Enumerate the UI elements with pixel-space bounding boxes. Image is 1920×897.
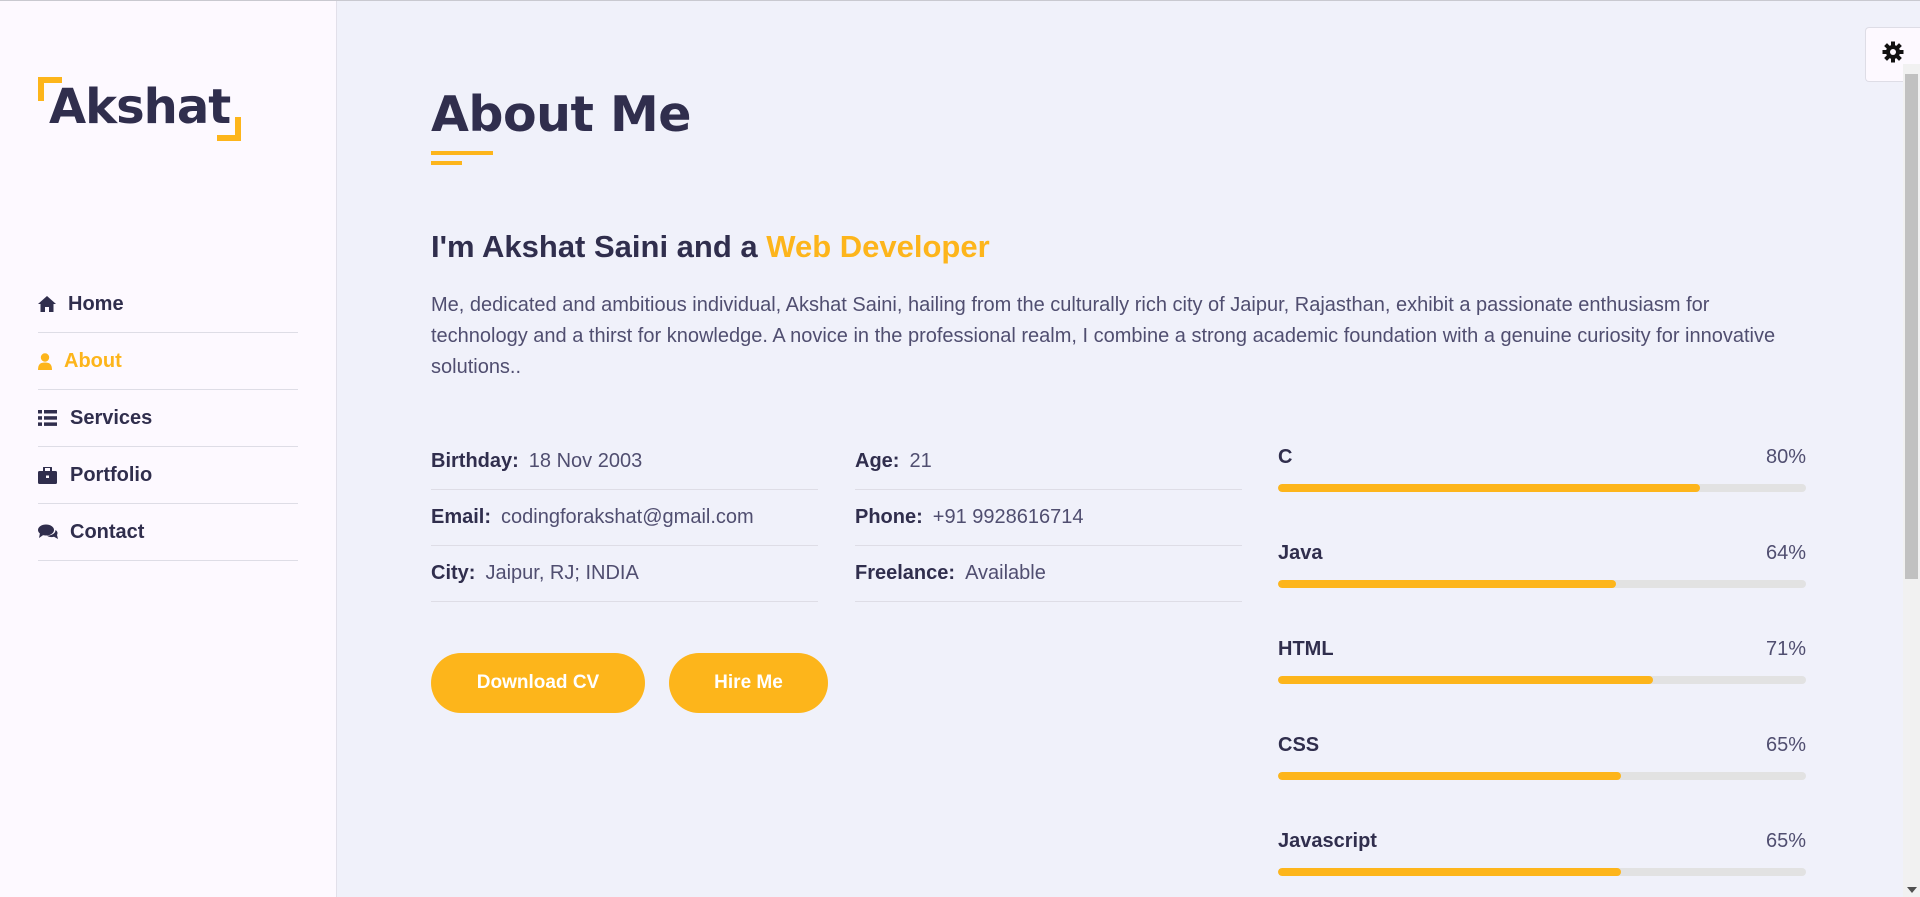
info-value: +91 9928616714 <box>932 506 1084 528</box>
scrollbar[interactable] <box>1903 64 1920 897</box>
download-cv-button[interactable]: Download CV <box>431 653 645 713</box>
skill-percent: 65% <box>1765 830 1806 852</box>
skill-name: HTML <box>1278 638 1334 660</box>
comments-icon <box>38 524 70 540</box>
info-value: Jaipur, RJ; INDIA <box>485 562 639 584</box>
skill-item: Java 64% <box>1278 542 1806 638</box>
skill-progress-fill <box>1278 868 1622 876</box>
intro-accent: Web Developer <box>766 229 990 264</box>
nav-item-home[interactable]: Home <box>38 276 298 333</box>
scroll-down-arrow-icon[interactable] <box>1907 887 1917 893</box>
title-underline <box>431 151 493 155</box>
nav-item-label: Home <box>68 292 124 315</box>
skill-progress-fill <box>1278 772 1622 780</box>
skill-progress-fill <box>1278 484 1701 492</box>
info-value: codingforakshat@gmail.com <box>501 506 754 528</box>
info-row-email: Email: codingforakshat@gmail.com <box>431 490 818 546</box>
about-section: About Me I'm Akshat Saini and a Web Deve… <box>431 0 1811 897</box>
title-underline-short <box>431 161 462 165</box>
info-label: Age: <box>855 450 900 472</box>
home-icon <box>38 296 68 312</box>
logo-text: Akshat <box>49 79 231 135</box>
hire-me-button[interactable]: Hire Me <box>669 653 828 713</box>
skill-progress-track <box>1278 676 1806 684</box>
intro-prefix: I'm Akshat Saini and a <box>431 229 767 264</box>
info-row-birthday: Birthday: 18 Nov 2003 <box>431 434 818 490</box>
skill-percent: 65% <box>1765 734 1806 756</box>
nav-item-services[interactable]: Services <box>38 390 298 447</box>
page-title: About Me <box>431 86 692 143</box>
skill-progress-track <box>1278 772 1806 780</box>
scrollbar-thumb[interactable] <box>1905 74 1918 579</box>
skill-progress-track <box>1278 868 1806 876</box>
list-icon <box>38 410 70 426</box>
user-icon <box>38 352 64 370</box>
skill-name: Java <box>1278 542 1323 564</box>
info-row-age: Age: 21 <box>855 434 1242 490</box>
skill-percent: 80% <box>1765 446 1806 468</box>
nav-item-about[interactable]: About <box>38 333 298 390</box>
logo-corner-bottom-right <box>217 117 241 141</box>
info-label: City: <box>431 562 476 584</box>
nav-item-portfolio[interactable]: Portfolio <box>38 447 298 504</box>
nav-item-label: Services <box>70 406 153 429</box>
skill-progress-track <box>1278 484 1806 492</box>
skill-progress-fill <box>1278 676 1653 684</box>
skill-item: Javascript 65% <box>1278 830 1806 897</box>
skill-item: CSS 65% <box>1278 734 1806 830</box>
skills-list: C 80% Java 64% HTML 71% CSS 65% Javascri… <box>1278 446 1806 897</box>
skill-percent: 64% <box>1765 542 1806 564</box>
skill-item: HTML 71% <box>1278 638 1806 734</box>
skill-name: C <box>1278 446 1293 468</box>
info-row-freelance: Freelance: Available <box>855 546 1242 602</box>
main-nav: Home About Services Portfolio Contact <box>38 276 298 561</box>
skill-name: CSS <box>1278 734 1320 756</box>
info-label: Phone: <box>855 506 923 528</box>
info-value: Available <box>965 562 1046 584</box>
skill-name: Javascript <box>1278 830 1377 852</box>
info-label: Email: <box>431 506 492 528</box>
logo[interactable]: Akshat <box>38 77 241 141</box>
skill-progress-fill <box>1278 580 1616 588</box>
briefcase-icon <box>38 466 70 484</box>
sidebar: Akshat Home About Services Portfolio Con… <box>0 1 337 897</box>
info-row-city: City: Jaipur, RJ; INDIA <box>431 546 818 602</box>
info-label: Freelance: <box>855 562 956 584</box>
info-value: 21 <box>909 450 932 472</box>
personal-info-left: Birthday: 18 Nov 2003 Email: codingforak… <box>431 434 818 602</box>
nav-item-label: About <box>64 349 122 372</box>
info-label: Birthday: <box>431 450 519 472</box>
info-value: 18 Nov 2003 <box>528 450 643 472</box>
skill-progress-track <box>1278 580 1806 588</box>
info-row-phone: Phone: +91 9928616714 <box>855 490 1242 546</box>
skill-percent: 71% <box>1765 638 1806 660</box>
gear-icon <box>1882 41 1904 68</box>
intro-heading: I'm Akshat Saini and a Web Developer <box>431 229 990 265</box>
about-description: Me, dedicated and ambitious individual, … <box>431 294 1776 378</box>
skill-item: C 80% <box>1278 446 1806 542</box>
nav-item-label: Contact <box>70 520 145 543</box>
personal-info-right: Age: 21 Phone: +91 9928616714 Freelance:… <box>855 434 1242 602</box>
nav-item-contact[interactable]: Contact <box>38 504 298 561</box>
nav-item-label: Portfolio <box>70 463 153 486</box>
